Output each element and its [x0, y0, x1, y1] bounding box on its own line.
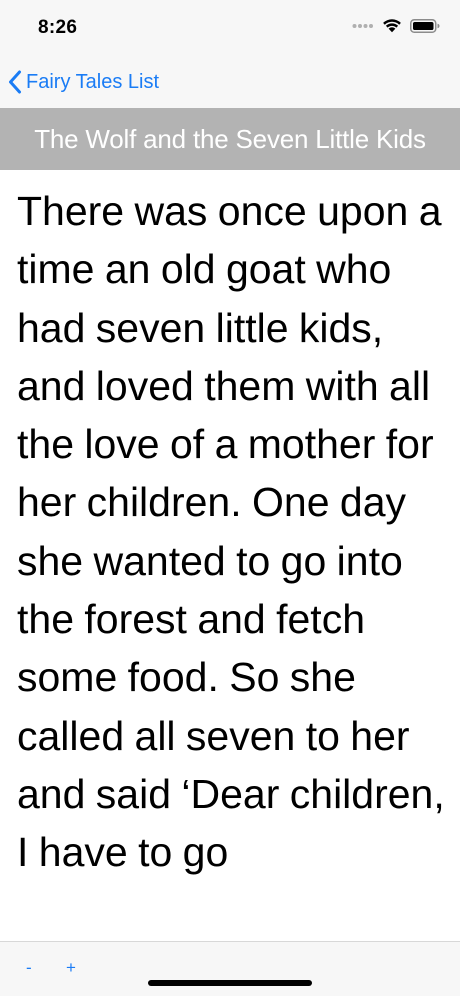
wifi-icon — [383, 19, 401, 33]
chevron-left-icon — [9, 70, 21, 94]
navigation-bar: Fairy Tales List — [0, 56, 460, 108]
story-title: The Wolf and the Seven Little Kids — [34, 123, 426, 154]
story-text[interactable]: There was once upon a time an old goat w… — [17, 182, 449, 922]
status-icons — [352, 18, 440, 33]
home-indicator[interactable] — [148, 980, 312, 986]
battery-icon — [410, 18, 440, 33]
bottom-toolbar: - + — [0, 941, 460, 996]
back-button-label: Fairy Tales List — [26, 70, 160, 93]
title-banner: The Wolf and the Seven Little Kids — [0, 108, 460, 170]
status-bar: 8:26 — [0, 0, 460, 56]
status-time: 8:26 — [38, 17, 78, 38]
signal-icon — [352, 23, 373, 28]
back-button[interactable]: Fairy Tales List — [8, 66, 159, 98]
screen: 8:26 Fairy Tales List The Wolf and the S… — [0, 0, 460, 996]
font-decrease-button[interactable]: - — [26, 958, 32, 978]
font-increase-button[interactable]: + — [66, 958, 76, 978]
